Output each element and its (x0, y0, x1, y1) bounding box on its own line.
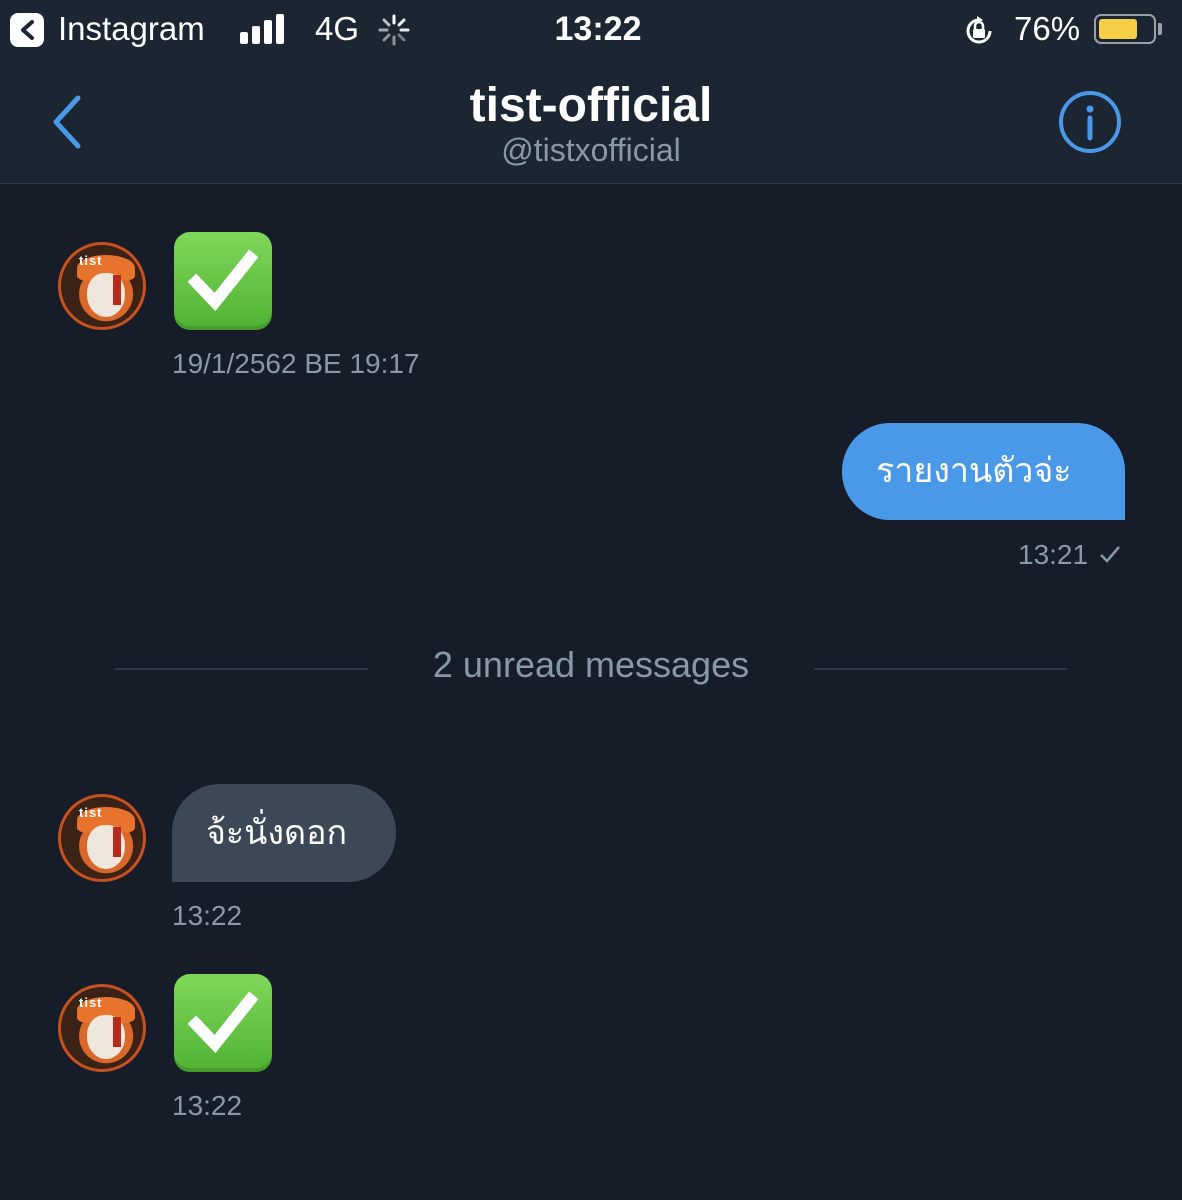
avatar[interactable]: tist (58, 242, 146, 330)
check-mark-emoji-icon (174, 974, 272, 1072)
message-timestamp: 13:21 (1018, 539, 1089, 570)
status-bar: Instagram 4G 13:22 76% (0, 0, 1182, 62)
avatar[interactable]: tist (58, 794, 146, 882)
message-timestamp: 13:22 (172, 1090, 243, 1121)
orientation-lock-icon (966, 16, 992, 44)
avatar[interactable]: tist (58, 984, 146, 1072)
clock: 13:22 (554, 10, 642, 48)
incoming-message-bubble[interactable]: จ้ะนั่งดอก (172, 784, 396, 882)
unread-messages-divider: 2 unread messages (432, 644, 750, 685)
check-mark-emoji-icon (174, 232, 272, 330)
battery-level-fill (1099, 19, 1138, 39)
outgoing-message-bubble[interactable]: รายงานตัวจ่ะ (842, 423, 1125, 520)
battery-percentage: 76% (1014, 10, 1081, 47)
conversation-handle: @tistxofficial (501, 132, 681, 168)
message-timestamp: 13:22 (172, 900, 243, 931)
battery-tip (1158, 23, 1162, 35)
info-button[interactable] (1058, 90, 1122, 154)
conversation-title: tist-official (469, 79, 713, 132)
info-icon (1059, 91, 1121, 153)
battery-icon (1094, 14, 1156, 44)
sent-check-icon (1100, 546, 1120, 563)
divider-line (814, 668, 1067, 670)
conversation-header: tist-official @tistxofficial (0, 62, 1182, 184)
message-timestamp: 19/1/2562 BE 19:17 (172, 348, 420, 379)
